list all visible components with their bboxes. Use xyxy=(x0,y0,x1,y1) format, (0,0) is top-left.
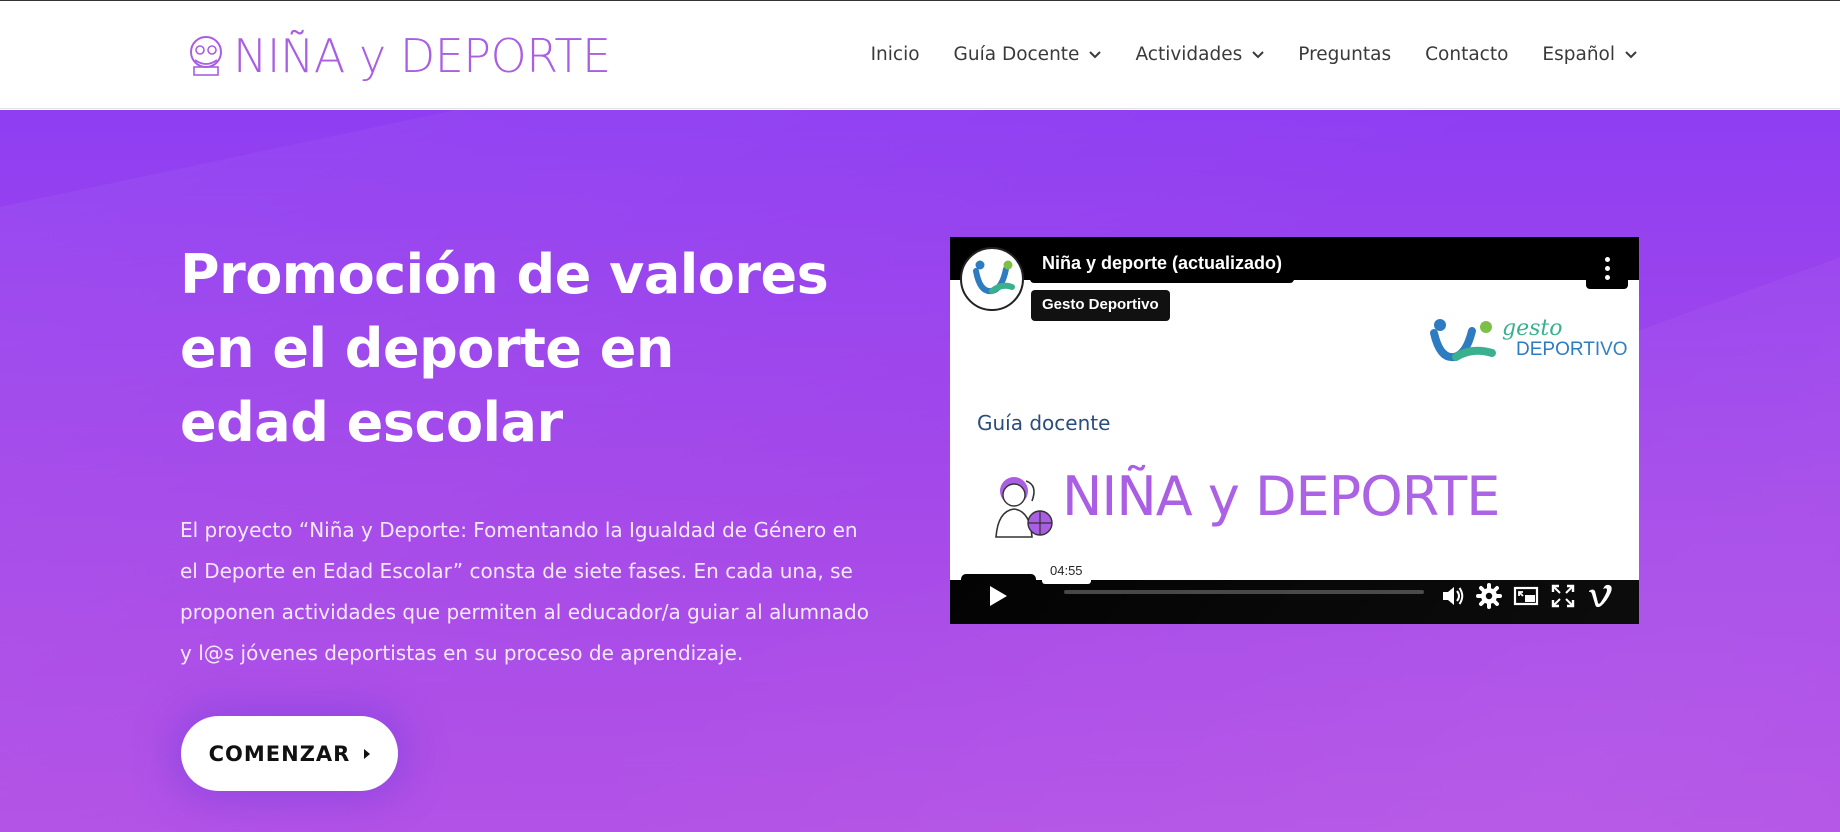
logo-text: NIÑA y DEPORTE xyxy=(233,29,611,83)
brand-line-2: DEPORTIVO xyxy=(1516,339,1628,360)
picture-in-picture-icon[interactable] xyxy=(1513,583,1539,609)
video-brand-title: NIÑA y DEPORTE xyxy=(1062,465,1500,528)
more-options-button[interactable] xyxy=(1586,247,1628,289)
hero-section: Promoción de valores en el deporte en ed… xyxy=(0,110,1840,832)
settings-gear-icon[interactable] xyxy=(1476,583,1502,609)
video-player[interactable]: gesto DEPORTIVO Guía docente NIÑA y DEPO… xyxy=(950,237,1639,624)
start-button[interactable]: COMENZAR xyxy=(181,716,398,791)
video-guide-label: Guía docente xyxy=(977,411,1111,435)
nav-item-contacto[interactable]: Contacto xyxy=(1425,44,1508,65)
dot-icon xyxy=(1604,265,1610,271)
caret-right-icon xyxy=(364,748,371,759)
main-nav: Inicio Guía Docente Actividades Pregunta… xyxy=(871,44,1637,65)
fullscreen-icon[interactable] xyxy=(1550,583,1576,609)
chevron-down-icon xyxy=(1252,50,1264,58)
channel-name-link[interactable]: Gesto Deportivo xyxy=(1031,290,1170,321)
vimeo-logo-icon[interactable] xyxy=(1587,583,1613,609)
start-button-label: COMENZAR xyxy=(208,741,351,766)
channel-logo-icon xyxy=(973,260,1015,295)
progress-scrubber[interactable] xyxy=(1064,590,1424,594)
nav-item-preguntas[interactable]: Preguntas xyxy=(1298,44,1391,65)
dot-icon xyxy=(1604,274,1610,280)
nav-item-actividades[interactable]: Actividades xyxy=(1135,44,1264,65)
duration-tooltip: 04:55 xyxy=(1042,558,1091,584)
hero-description: El proyecto “Niña y Deporte: Fomentando … xyxy=(180,518,869,665)
dot-icon xyxy=(1604,256,1610,262)
play-icon xyxy=(990,586,1007,606)
hero-title: Promoción de valores en el deporte en ed… xyxy=(180,243,829,454)
brand-line-1: gesto xyxy=(1502,316,1563,341)
video-title-link[interactable]: Niña y deporte (actualizado) xyxy=(1030,247,1295,283)
volume-icon[interactable] xyxy=(1440,583,1466,609)
nav-item-inicio[interactable]: Inicio xyxy=(871,44,920,65)
channel-avatar[interactable] xyxy=(960,247,1024,311)
nav-item-guia-docente[interactable]: Guía Docente xyxy=(954,44,1102,65)
language-selector[interactable]: Español xyxy=(1542,44,1637,65)
site-logo[interactable]: NIÑA y DEPORTE xyxy=(185,29,611,83)
play-button[interactable] xyxy=(961,574,1036,618)
chevron-down-icon xyxy=(1625,50,1637,58)
video-controls-bar xyxy=(950,580,1639,624)
girl-athlete-icon xyxy=(995,477,1053,538)
chevron-down-icon xyxy=(1089,50,1102,58)
logo-emblem-icon xyxy=(190,36,222,76)
site-header: NIÑA y DEPORTE Inicio Guía Docente Activ… xyxy=(0,0,1840,109)
